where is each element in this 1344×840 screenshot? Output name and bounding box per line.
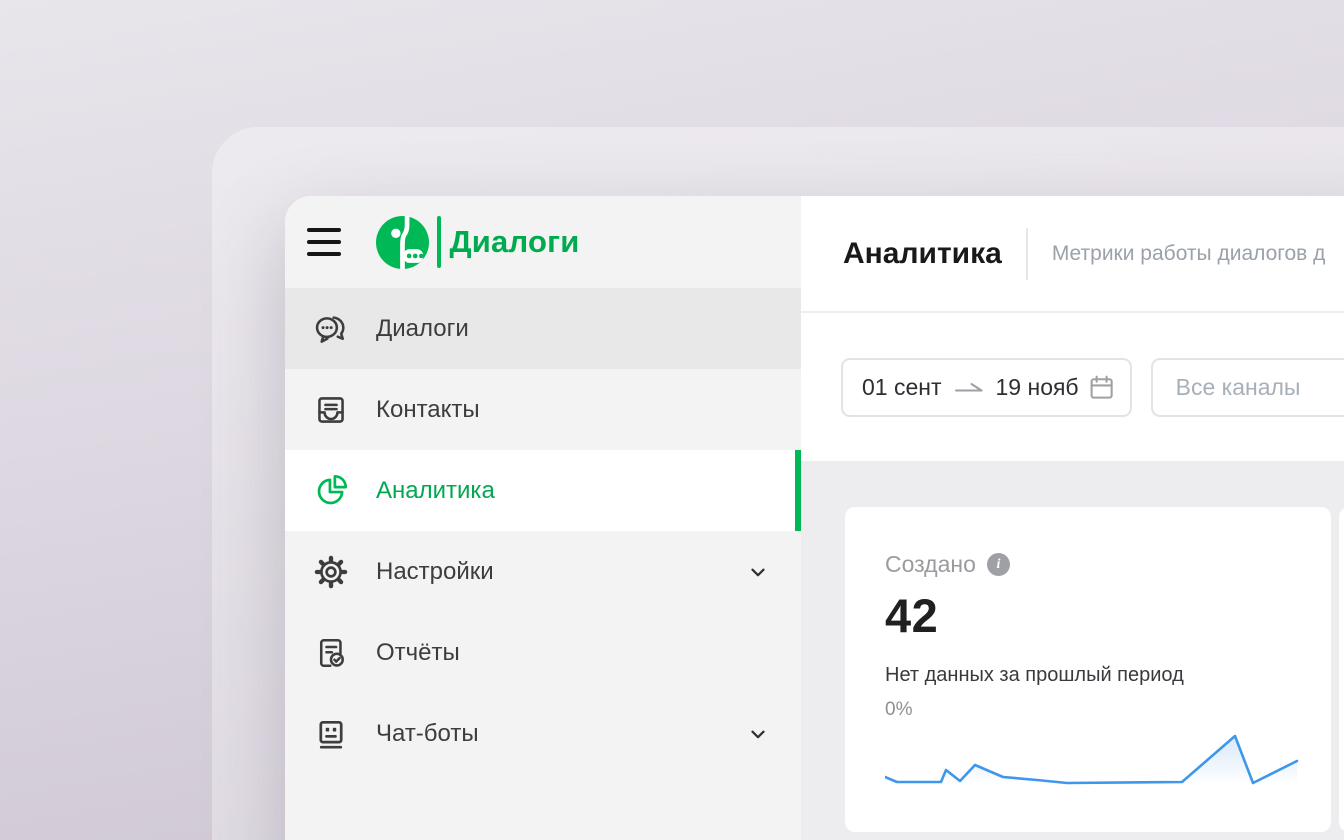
filters-bar: 01 сент 19 нояб Все каналы [801, 313, 1344, 461]
sidebar-item-contacts[interactable]: Контакты [285, 369, 801, 450]
date-end: 19 нояб [996, 374, 1079, 401]
sidebar-header: Диалоги [285, 196, 801, 288]
calendar-icon [1087, 373, 1116, 402]
date-range-picker[interactable]: 01 сент 19 нояб [841, 358, 1132, 417]
active-indicator [795, 450, 801, 531]
page-title: Аналитика [843, 237, 1002, 271]
app-window: Диалоги Диалоги [285, 196, 1344, 840]
hamburger-menu-icon[interactable] [307, 226, 341, 258]
sidebar-item-analytics[interactable]: Аналитика [285, 450, 801, 531]
info-icon[interactable]: i [987, 553, 1010, 576]
metric-percent: 0% [885, 699, 1331, 721]
sidebar-item-label: Аналитика [376, 477, 495, 505]
reports-icon [313, 635, 349, 671]
main-area: Аналитика Метрики работы диалогов д 01 с… [801, 196, 1344, 840]
analytics-pie-icon [313, 473, 349, 509]
sidebar-item-label: Чат-боты [376, 720, 479, 748]
logo-separator [437, 216, 441, 268]
dialogs-icon [313, 311, 349, 347]
sidebar-item-reports[interactable]: Отчёты [285, 612, 801, 693]
logo-product-name: Диалоги [450, 224, 580, 260]
sparkline-chart [885, 729, 1300, 791]
sidebar-item-label: Диалоги [376, 315, 469, 343]
settings-gear-icon [313, 554, 349, 590]
chevron-down-icon[interactable] [747, 723, 769, 745]
date-start: 01 сент [862, 374, 942, 401]
sidebar-item-chatbots[interactable]: Чат-боты [285, 693, 801, 774]
sidebar-item-dialogs[interactable]: Диалоги [285, 288, 801, 369]
contacts-icon [313, 392, 349, 428]
metric-card-next [1339, 507, 1344, 832]
channels-selected-value: Все каналы [1176, 374, 1301, 401]
metric-label: Создано [885, 551, 976, 578]
megafon-logo-icon [376, 216, 429, 269]
dashboard-content: Создано i 42 Нет данных за прошлый перио… [801, 461, 1344, 840]
chatbot-icon [313, 716, 349, 752]
app-logo: Диалоги [376, 216, 579, 269]
metric-comparison-note: Нет данных за прошлый период [885, 664, 1331, 687]
metric-card-created: Создано i 42 Нет данных за прошлый перио… [845, 507, 1331, 832]
page-header: Аналитика Метрики работы диалогов д [801, 196, 1344, 313]
sidebar-item-label: Настройки [376, 558, 494, 586]
title-divider [1026, 228, 1028, 280]
chevron-down-icon[interactable] [747, 561, 769, 583]
sidebar: Диалоги Диалоги [285, 196, 801, 840]
metric-value: 42 [885, 588, 1331, 643]
arrow-right-icon [954, 380, 984, 395]
sidebar-item-label: Контакты [376, 396, 480, 424]
sidebar-item-settings[interactable]: Настройки [285, 531, 801, 612]
sidebar-item-label: Отчёты [376, 639, 460, 667]
channels-select[interactable]: Все каналы [1151, 358, 1344, 417]
page-subtitle: Метрики работы диалогов д [1052, 242, 1326, 266]
